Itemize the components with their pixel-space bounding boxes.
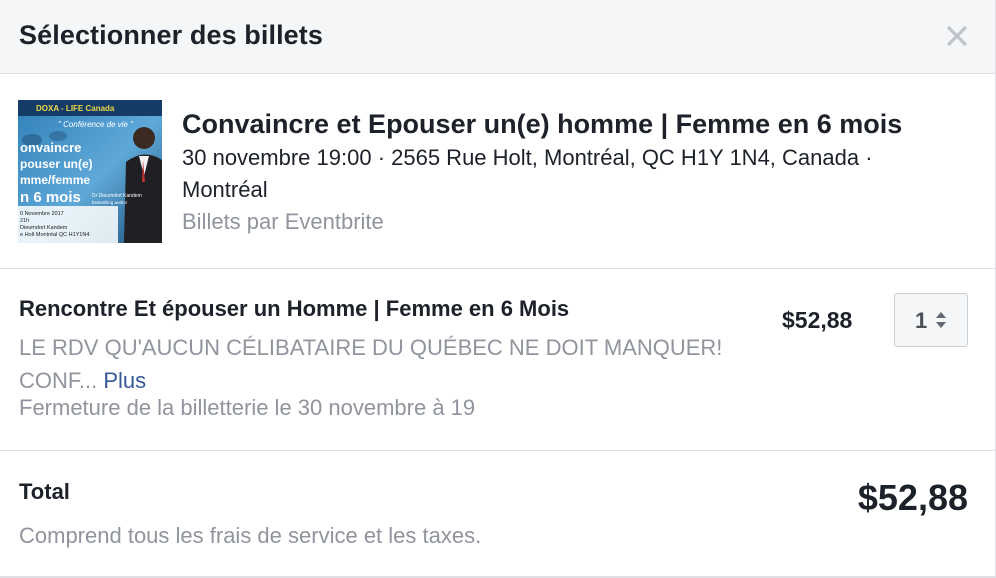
- svg-text:e Holt Montréal QC H1Y1N4: e Holt Montréal QC H1Y1N4: [20, 232, 89, 238]
- svg-text:n 6 mois: n 6 mois: [20, 189, 81, 206]
- svg-text:pouser un(e): pouser un(e): [20, 157, 93, 171]
- total-section: Total Comprend tous les frais de service…: [0, 451, 995, 578]
- event-info: Convaincre et Epouser un(e) homme | Femm…: [182, 108, 975, 238]
- dialog-header: Sélectionner des billets: [0, 0, 995, 74]
- event-ticket-provider: Billets par Eventbrite: [182, 209, 384, 234]
- svg-text:0 Novembre 2017: 0 Novembre 2017: [20, 211, 64, 217]
- ticket-description: LE RDV QU'AUCUN CÉLIBATAIRE DU QUÉBEC NE…: [19, 331, 789, 397]
- quantity-select[interactable]: 1: [894, 293, 968, 347]
- event-section: DOXA - LIFE Canada " Conférence de vie "…: [0, 74, 995, 269]
- select-arrows-icon: [936, 312, 946, 328]
- svg-text:bestselling author: bestselling author: [92, 200, 128, 205]
- svg-text:onvaincre: onvaincre: [20, 140, 81, 155]
- svg-text:21h: 21h: [20, 218, 29, 224]
- event-details-line1: 30 novembre 19:00 · 2565 Rue Holt, Montr…: [182, 145, 873, 170]
- svg-text:mme/femme: mme/femme: [20, 173, 90, 187]
- total-label: Total: [19, 479, 70, 504]
- dialog-title: Sélectionner des billets: [19, 20, 324, 50]
- ticket-sales-closing: Fermeture de la billetterie le 30 novemb…: [19, 395, 476, 420]
- close-button[interactable]: [945, 24, 969, 48]
- close-icon: [947, 26, 967, 46]
- event-poster-image[interactable]: DOXA - LIFE Canada " Conférence de vie "…: [18, 100, 162, 243]
- svg-text:Dr Dieumdort Kandem: Dr Dieumdort Kandem: [92, 193, 142, 199]
- ticket-row: Rencontre Et épouser un Homme | Femme en…: [0, 269, 995, 451]
- total-amount: $52,88: [857, 477, 968, 518]
- total-note: Comprend tous les frais de service et le…: [19, 523, 482, 548]
- svg-text:DOXA - LIFE Canada: DOXA - LIFE Canada: [36, 104, 115, 113]
- quantity-value: 1: [915, 308, 928, 333]
- svg-text:Dieumdort Kandem: Dieumdort Kandem: [20, 225, 68, 231]
- event-title[interactable]: Convaincre et Epouser un(e) homme | Femm…: [182, 108, 975, 140]
- ticket-price: $52,88: [782, 307, 853, 333]
- more-link[interactable]: Plus: [103, 368, 146, 393]
- event-details-line2: Montréal: [182, 177, 268, 202]
- ticket-name: Rencontre Et épouser un Homme | Femme en…: [19, 296, 570, 321]
- ticket-selection-dialog: Sélectionner des billets DOXA - LIFE Can…: [0, 0, 996, 578]
- svg-text:" Conférence de vie ": " Conférence de vie ": [58, 120, 134, 129]
